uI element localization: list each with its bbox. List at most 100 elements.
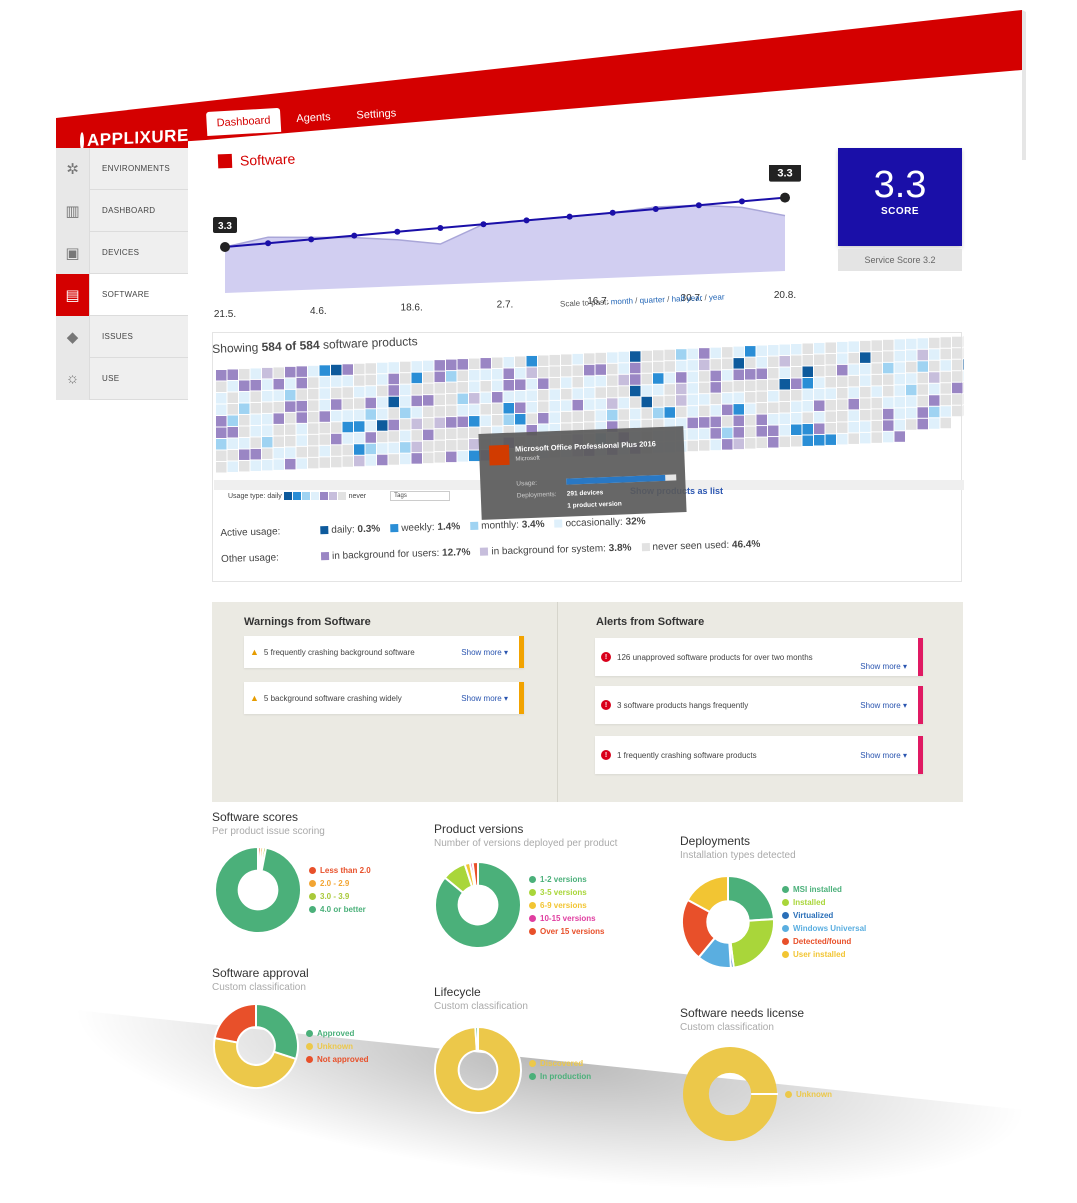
scale-month-link[interactable]: month <box>611 296 634 306</box>
warning-card[interactable]: ▲ 5 background software crashing widely … <box>244 682 524 714</box>
legend-item[interactable]: Windows Universal <box>782 922 866 935</box>
legend-item[interactable]: User installed <box>782 948 866 961</box>
legend-item[interactable]: 3.0 - 3.9 <box>309 890 371 903</box>
donut-chart[interactable] <box>431 1023 525 1117</box>
donut-chart[interactable] <box>431 858 525 952</box>
heatmap-cell <box>492 380 503 392</box>
heatmap-cell <box>239 449 250 460</box>
tooltip-usage-fill <box>566 474 666 485</box>
trend-point <box>480 221 487 228</box>
alert-card[interactable]: ! 1 frequently crashing software product… <box>595 736 923 774</box>
heatmap-cell <box>883 397 894 408</box>
sidebar-item-environments[interactable]: ✲ ENVIRONMENTS <box>56 147 188 190</box>
scale-half-year-link[interactable]: half year <box>671 293 702 303</box>
legend-item[interactable]: 6-9 versions <box>529 899 604 912</box>
tab-agents[interactable]: Agents <box>286 105 342 132</box>
heatmap-cell <box>952 348 963 359</box>
alert-card[interactable]: ! 126 unapproved software products for o… <box>595 638 923 676</box>
legend-item[interactable]: 3-5 versions <box>529 886 604 899</box>
heatmap-cell <box>722 416 733 427</box>
warning-icon: ◆ <box>56 315 90 358</box>
heatmap-cell <box>756 368 767 380</box>
heatmap-cell <box>952 394 963 405</box>
show-more-link[interactable]: Show more ▾ <box>860 662 907 671</box>
warning-card[interactable]: ▲ 5 frequently crashing background softw… <box>244 636 524 668</box>
tooltip-vendor: Microsoft <box>515 455 540 463</box>
trend-label-first: 3.3 <box>213 217 237 233</box>
donut-chart[interactable] <box>678 872 778 972</box>
heatmap-cell <box>963 393 964 405</box>
donut-legend: Discovered In production <box>529 1057 591 1083</box>
donut-title: Software approval <box>212 966 309 980</box>
legend-item[interactable]: Discovered <box>529 1057 591 1070</box>
legend-item[interactable]: 2.0 - 2.9 <box>309 877 371 890</box>
legend-dot <box>785 1090 792 1098</box>
alert-edge <box>918 736 923 774</box>
x-axis-label: 4.6. <box>310 306 327 317</box>
show-more-link[interactable]: Show more ▾ <box>461 648 508 657</box>
heatmap-cell <box>848 421 859 433</box>
heatmap-cell <box>492 369 503 380</box>
heatmap-cell <box>814 342 825 354</box>
sidebar-item-issues[interactable]: ◆ ISSUES <box>56 315 188 358</box>
legend-item[interactable]: Not approved <box>306 1053 369 1066</box>
legend-label: Over 15 versions <box>540 926 605 936</box>
score-box[interactable]: 3.3 SCORE <box>838 148 962 246</box>
heatmap-cell <box>296 412 307 423</box>
sidebar-item-dashboard[interactable]: ▥ DASHBOARD <box>56 189 188 232</box>
donut-chart[interactable] <box>211 843 305 937</box>
legend-label: Windows Universal <box>793 924 867 933</box>
legend-item[interactable]: 4.0 or better <box>309 903 371 916</box>
heatmap-cell <box>756 380 767 391</box>
heatmap-cell <box>745 380 756 392</box>
scale-year-link[interactable]: year <box>709 292 725 302</box>
legend-item[interactable]: Detected/found <box>782 935 866 948</box>
heatmap-cell <box>653 350 664 361</box>
legend-item[interactable]: Unknown <box>785 1088 832 1101</box>
sidebar-item-devices[interactable]: ▣ DEVICES <box>56 231 188 274</box>
legend-label: 4.0 or better <box>320 905 366 914</box>
tab-settings[interactable]: Settings <box>346 101 407 128</box>
heatmap-cell <box>216 404 227 415</box>
legend-item[interactable]: 1-2 versions <box>529 873 604 886</box>
warning-icon: ▲ <box>250 693 259 703</box>
legend-item[interactable]: 10-15 versions <box>529 912 604 925</box>
donut-chart[interactable] <box>679 1043 781 1145</box>
sidebar-item-use[interactable]: ☼ USE <box>56 357 188 400</box>
sidebar-item-software[interactable]: ▤ SOFTWARE <box>56 273 188 316</box>
heatmap-cell <box>216 450 227 461</box>
legend-item[interactable]: Virtualized <box>782 909 866 922</box>
show-more-link[interactable]: Show more ▾ <box>860 751 907 760</box>
heatmap-cell <box>929 418 940 429</box>
legend-label: 6-9 versions <box>540 900 587 910</box>
legend-item[interactable]: In production <box>529 1070 591 1083</box>
legend-item[interactable]: Approved <box>306 1027 369 1040</box>
legend-item[interactable]: Less than 2.0 <box>309 864 371 877</box>
tags-input[interactable]: Tags <box>390 491 451 501</box>
sidebar-item-label: DASHBOARD <box>102 206 156 215</box>
alert-card[interactable]: ! 3 software products hangs frequently S… <box>595 686 923 724</box>
heatmap-cell <box>676 349 687 360</box>
legend-label: Usage type: <box>228 492 266 500</box>
heatmap-cell <box>756 357 767 368</box>
heatmap-cell <box>883 362 894 374</box>
show-more-link[interactable]: Show more ▾ <box>461 694 508 703</box>
heatmap-cell <box>687 417 698 429</box>
legend-item[interactable]: Unknown <box>306 1040 369 1053</box>
legend-item[interactable]: Installed <box>782 896 866 909</box>
legend-label: 3.0 - 3.9 <box>320 892 350 901</box>
heatmap-cell <box>768 356 779 368</box>
donut-chart[interactable] <box>210 1000 302 1092</box>
legend-item[interactable]: Over 15 versions <box>529 925 604 938</box>
heatmap-cell <box>480 369 491 381</box>
heatmap-cell <box>641 408 652 419</box>
tab-dashboard[interactable]: Dashboard <box>206 107 282 136</box>
heatmap-cell <box>503 403 514 414</box>
show-more-link[interactable]: Show more ▾ <box>860 701 907 710</box>
legend-item[interactable]: MSI installed <box>782 883 866 896</box>
heatmap-cell <box>687 383 698 394</box>
scale-quarter-link[interactable]: quarter <box>639 295 665 305</box>
score-trend-chart[interactable]: 3.33.321.5. 4.6. 18.6. 2.7. 16.7. 30.7. 20.8. <box>205 165 825 320</box>
heatmap-cell <box>526 378 537 390</box>
heatmap-cell <box>641 385 652 396</box>
